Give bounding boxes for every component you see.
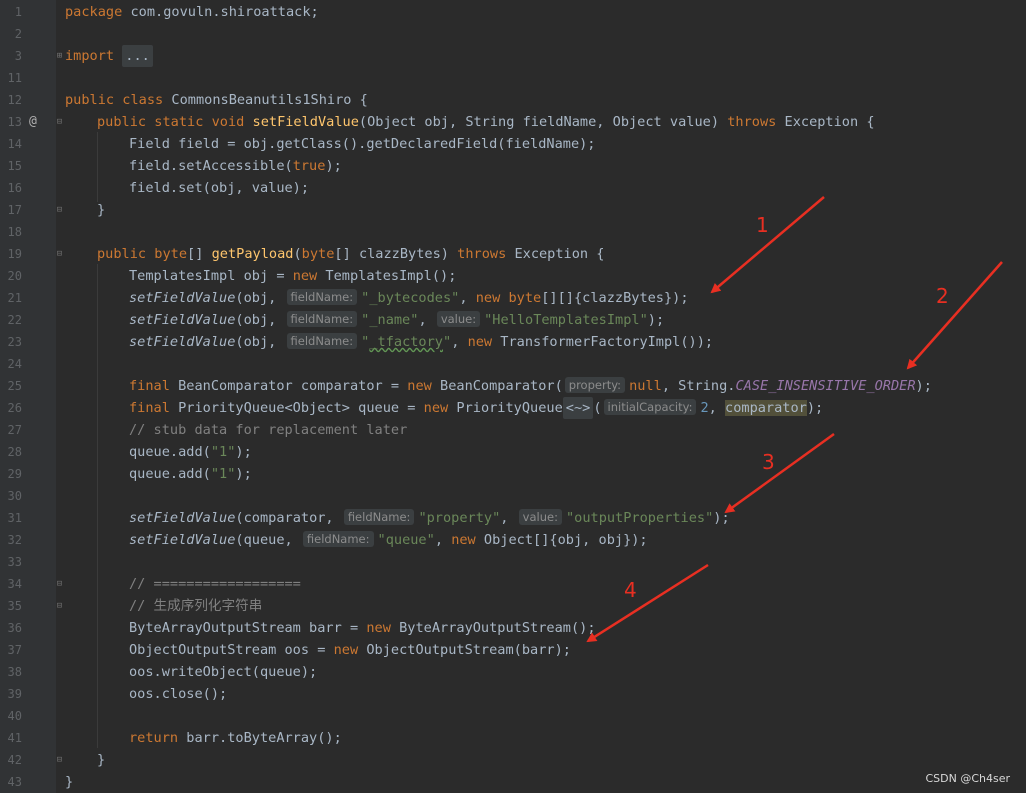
arrow-3 — [724, 432, 835, 514]
watermark: CSDN @Ch4ser — [925, 772, 1010, 785]
annotation-label-1: 1 — [756, 213, 769, 237]
annotation-label-4: 4 — [624, 578, 637, 602]
arrow-1 — [710, 196, 825, 294]
annotation-label-2: 2 — [936, 284, 949, 308]
annotation-arrows — [586, 196, 1003, 643]
annotation-label-3: 3 — [762, 450, 775, 474]
arrow-4 — [586, 563, 709, 643]
arrow-2 — [906, 261, 1003, 370]
